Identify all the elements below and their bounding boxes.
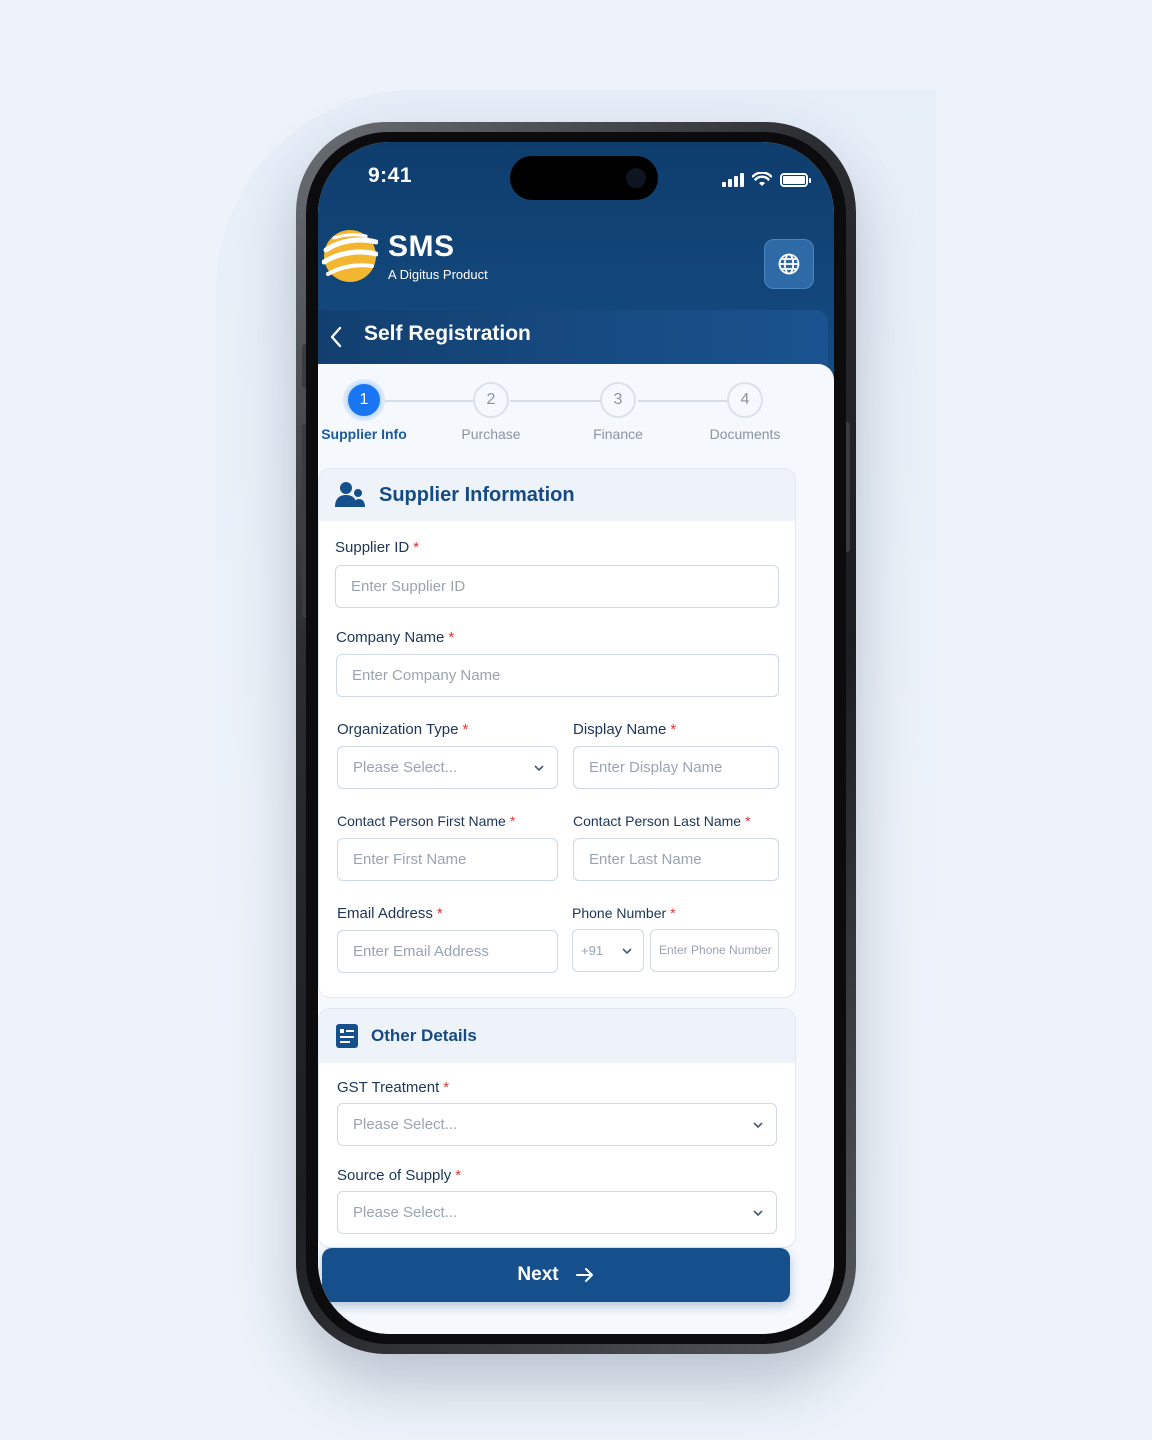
- country-code-select[interactable]: +91: [572, 929, 644, 972]
- step-number: 2: [473, 382, 509, 418]
- source-of-supply-select[interactable]: Please Select...: [337, 1191, 777, 1234]
- other-details-card: Other Details GST Treatment * Please Sele…: [318, 1008, 796, 1248]
- sms-logo-icon: [322, 230, 378, 282]
- last-name-input[interactable]: Enter Last Name: [573, 838, 779, 881]
- page-header: Self Registration: [318, 310, 828, 366]
- app-screen: 9:41 SMS A Digitus Product Self Registra…: [318, 142, 834, 1334]
- step-label: Supplier Info: [321, 426, 407, 442]
- display-name-label: Display Name *: [573, 721, 677, 738]
- status-bar: 9:41: [318, 142, 834, 212]
- organization-type-label: Organization Type *: [337, 721, 469, 738]
- phone-frame: 9:41 SMS A Digitus Product Self Registra…: [296, 122, 856, 1354]
- phone-number-label: Phone Number *: [572, 905, 676, 921]
- status-time: 9:41: [368, 164, 413, 187]
- chevron-down-icon: [753, 1122, 763, 1129]
- source-of-supply-label: Source of Supply *: [337, 1167, 462, 1184]
- supplier-information-card: Supplier Information Supplier ID * Enter …: [318, 468, 796, 998]
- users-icon: [335, 482, 365, 507]
- signal-icon: [722, 172, 744, 187]
- step-number: 1: [346, 382, 382, 418]
- status-icons: [722, 172, 811, 187]
- brand-subtitle: A Digitus Product: [388, 266, 488, 282]
- chevron-down-icon: [534, 765, 544, 772]
- first-name-label: Contact Person First Name *: [337, 813, 516, 829]
- email-label: Email Address *: [337, 905, 443, 922]
- organization-type-select[interactable]: Please Select...: [337, 746, 558, 789]
- email-input[interactable]: Enter Email Address: [337, 930, 558, 973]
- next-button[interactable]: Next: [322, 1248, 790, 1302]
- globe-icon: [778, 253, 800, 275]
- battery-icon: [780, 172, 811, 187]
- back-icon[interactable]: [324, 324, 350, 350]
- form-content: 1 Supplier Info 2 Purchase 3 Finance 4 D…: [318, 364, 834, 1334]
- step-number: 3: [600, 382, 636, 418]
- step-number: 4: [727, 382, 763, 418]
- brand-title: SMS: [388, 229, 455, 263]
- document-icon: [336, 1024, 358, 1048]
- chevron-down-icon: [622, 948, 632, 955]
- arrow-right-icon: [575, 1268, 593, 1282]
- other-details-header: Other Details: [319, 1009, 795, 1063]
- phone-number-input[interactable]: Enter Phone Number: [650, 929, 779, 972]
- step-finance[interactable]: 3 Finance: [558, 382, 678, 442]
- step-label: Purchase: [461, 426, 521, 442]
- gst-treatment-select[interactable]: Please Select...: [337, 1103, 777, 1146]
- section-title: Other Details: [371, 1026, 477, 1045]
- stepper: 1 Supplier Info 2 Purchase 3 Finance 4 D…: [318, 382, 834, 452]
- wifi-icon: [752, 172, 772, 186]
- chevron-down-icon: [753, 1210, 763, 1217]
- supplier-id-label: Supplier ID *: [335, 539, 420, 556]
- language-button[interactable]: [764, 239, 814, 289]
- display-name-input[interactable]: Enter Display Name: [573, 746, 779, 789]
- dynamic-island: [510, 156, 658, 200]
- step-documents[interactable]: 4 Documents: [685, 382, 805, 442]
- supplier-id-input[interactable]: Enter Supplier ID: [335, 565, 779, 608]
- page-title: Self Registration: [364, 322, 531, 345]
- step-purchase[interactable]: 2 Purchase: [431, 382, 551, 442]
- next-button-label: Next: [517, 1264, 559, 1285]
- brand: SMS A Digitus Product: [322, 228, 488, 284]
- last-name-label: Contact Person Last Name *: [573, 813, 751, 829]
- step-label: Finance: [593, 426, 643, 442]
- first-name-input[interactable]: Enter First Name: [337, 838, 558, 881]
- step-supplier-info[interactable]: 1 Supplier Info: [318, 382, 424, 442]
- section-title: Supplier Information: [379, 483, 575, 506]
- gst-treatment-label: GST Treatment *: [337, 1079, 450, 1096]
- supplier-information-header: Supplier Information: [319, 469, 795, 521]
- camera-icon: [626, 168, 646, 188]
- step-label: Documents: [709, 426, 781, 442]
- company-name-input[interactable]: Enter Company Name: [336, 654, 779, 697]
- company-name-label: Company Name *: [336, 629, 455, 646]
